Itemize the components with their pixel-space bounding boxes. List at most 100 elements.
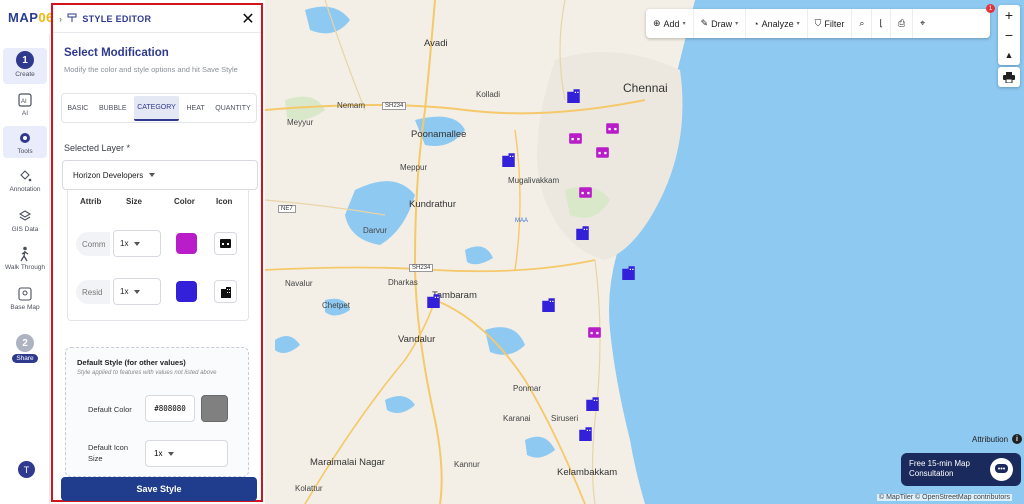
- default-icon-size-select[interactable]: 1x: [145, 440, 228, 467]
- close-icon[interactable]: ✕: [241, 9, 255, 29]
- printer-icon: [1003, 71, 1015, 83]
- search-button[interactable]: ⌕: [852, 9, 873, 38]
- apartment-icon[interactable]: [621, 265, 636, 280]
- pie-chart-icon: ◔: [753, 18, 759, 29]
- user-avatar[interactable]: T: [18, 461, 35, 478]
- zoom-in-button[interactable]: +: [1005, 5, 1013, 25]
- rail-gis-data[interactable]: GIS Data: [3, 208, 47, 233]
- zoom-out-button[interactable]: −: [1005, 25, 1013, 45]
- rail-walk-through[interactable]: Walk Through: [3, 246, 47, 271]
- row-size-select[interactable]: 1x: [113, 278, 161, 305]
- default-color-swatch[interactable]: [201, 395, 228, 422]
- search-icon: ⌕: [859, 18, 865, 28]
- save-style-button[interactable]: Save Style: [61, 477, 257, 501]
- zoom-controls: + − ▲: [998, 5, 1020, 65]
- airport-label: MAA: [515, 218, 529, 224]
- layer-select[interactable]: Horizon Developers: [62, 160, 258, 190]
- compass-icon[interactable]: ▲: [1005, 45, 1014, 65]
- draw-button[interactable]: ✎ Draw ▾: [694, 9, 747, 38]
- rail-basemap-label: Base Map: [10, 304, 40, 311]
- place-label: Kolladi: [476, 90, 501, 99]
- crosshair-icon: ⌖: [920, 18, 926, 28]
- place-label: Darvur: [363, 226, 388, 235]
- chevron-down-icon: ▾: [796, 21, 800, 27]
- section-subtitle: Modify the color and style options and h…: [64, 65, 238, 74]
- analyze-button[interactable]: ◔ Analyze ▾: [746, 9, 808, 38]
- storefront-icon[interactable]: [587, 325, 602, 340]
- apartment-icon[interactable]: [501, 152, 516, 167]
- style-tabs: BASIC BUBBLE CATEGORY HEAT QUANTITY: [61, 93, 257, 123]
- road-shield: NE7: [278, 205, 296, 213]
- notification-badge[interactable]: 1: [986, 4, 995, 13]
- place-label: Chetpet: [322, 301, 351, 310]
- app-logo[interactable]: MAP 06: [0, 0, 53, 34]
- apartment-icon[interactable]: [585, 396, 600, 411]
- rail-tools[interactable]: Tools: [3, 126, 47, 158]
- place-label: Kelambakkam: [557, 467, 618, 478]
- storefront-icon[interactable]: [578, 185, 593, 200]
- print-button[interactable]: ⎙: [891, 9, 914, 38]
- default-color-input[interactable]: #808080: [145, 395, 195, 422]
- layer-select-value: Horizon Developers: [73, 170, 144, 180]
- place-label: Meppur: [400, 163, 428, 172]
- apartment-icon[interactable]: [566, 88, 581, 103]
- apartment-icon[interactable]: [575, 225, 590, 240]
- apartment-icon[interactable]: [426, 293, 441, 308]
- map-print-button[interactable]: [998, 67, 1020, 87]
- tab-bubble[interactable]: BUBBLE: [96, 97, 130, 120]
- tab-category[interactable]: CATEGORY: [134, 95, 179, 121]
- rail-base-map[interactable]: Base Map: [3, 286, 47, 311]
- place-label: Kannur: [454, 460, 480, 469]
- color-swatch-residential[interactable]: [176, 281, 197, 302]
- paint-roller-icon: [67, 13, 77, 25]
- locate-button[interactable]: ⌖: [913, 9, 932, 38]
- rail-create[interactable]: 1 Create: [3, 48, 47, 84]
- ai-icon: AI: [17, 92, 33, 108]
- attribution-toggle[interactable]: Attribution i: [972, 434, 1023, 444]
- place-label: Karanai: [503, 414, 531, 423]
- apartment-icon[interactable]: [578, 426, 593, 441]
- default-icon-size-label-line1: Default Icon: [88, 443, 129, 452]
- filter-label: Filter: [824, 18, 845, 29]
- icon-picker-commercial[interactable]: [214, 232, 237, 255]
- tab-basic[interactable]: BASIC: [64, 97, 91, 120]
- tab-quantity[interactable]: QUANTITY: [212, 97, 253, 120]
- icon-picker-residential[interactable]: [214, 280, 237, 303]
- rail-share-label: Share: [12, 354, 38, 363]
- panel-header: › STYLE EDITOR ✕: [53, 5, 261, 33]
- road-shield: SH234: [382, 102, 407, 110]
- rail-annotation[interactable]: Annotation: [3, 168, 47, 193]
- size-value: 1x: [120, 287, 129, 296]
- consultation-banner[interactable]: Free 15-min Map Consultation: [901, 453, 1021, 486]
- rail-share[interactable]: 2 Share: [3, 334, 47, 363]
- measure-button[interactable]: ⌊: [872, 9, 891, 38]
- row-size-select[interactable]: 1x: [113, 230, 161, 257]
- place-label: Meyyur: [287, 118, 314, 127]
- apartment-icon[interactable]: [541, 297, 556, 312]
- default-style-box: Default Style (for other values) Style a…: [65, 347, 249, 477]
- storefront-icon[interactable]: [568, 131, 583, 146]
- place-label: Vandalur: [398, 334, 436, 345]
- storefront-icon: [220, 239, 231, 248]
- color-swatch-commercial[interactable]: [176, 233, 197, 254]
- tab-heat[interactable]: HEAT: [183, 97, 207, 120]
- rail-ai-label: AI: [21, 110, 29, 117]
- left-rail: 1 Create AI AI Tools Annotation GIS Data…: [0, 34, 50, 504]
- rail-ai[interactable]: AI AI: [3, 92, 47, 117]
- filter-button[interactable]: ⛉ Filter: [808, 9, 853, 38]
- chat-icon[interactable]: [990, 458, 1013, 481]
- size-value: 1x: [120, 239, 129, 248]
- map-copyright: © MapTiler © OpenStreetMap contributors: [877, 494, 1013, 501]
- tools-icon: [17, 130, 33, 146]
- rail-walk-label: Walk Through: [4, 264, 46, 271]
- place-label: Ponmar: [513, 384, 542, 393]
- section-title: Select Modification: [64, 47, 169, 59]
- add-button[interactable]: ⊕ Add ▾: [646, 9, 694, 38]
- ruler-icon: ⌊: [879, 18, 883, 28]
- storefront-icon[interactable]: [595, 145, 610, 160]
- map-canvas[interactable]: Avadi Chennai Poonamallee Nemam Meyyur K…: [265, 0, 1024, 504]
- rail-gis-label: GIS Data: [11, 226, 39, 233]
- storefront-icon[interactable]: [605, 121, 620, 136]
- collapse-chevron-icon[interactable]: ›: [59, 14, 62, 24]
- row-attrib-commercial: Comm: [76, 232, 110, 256]
